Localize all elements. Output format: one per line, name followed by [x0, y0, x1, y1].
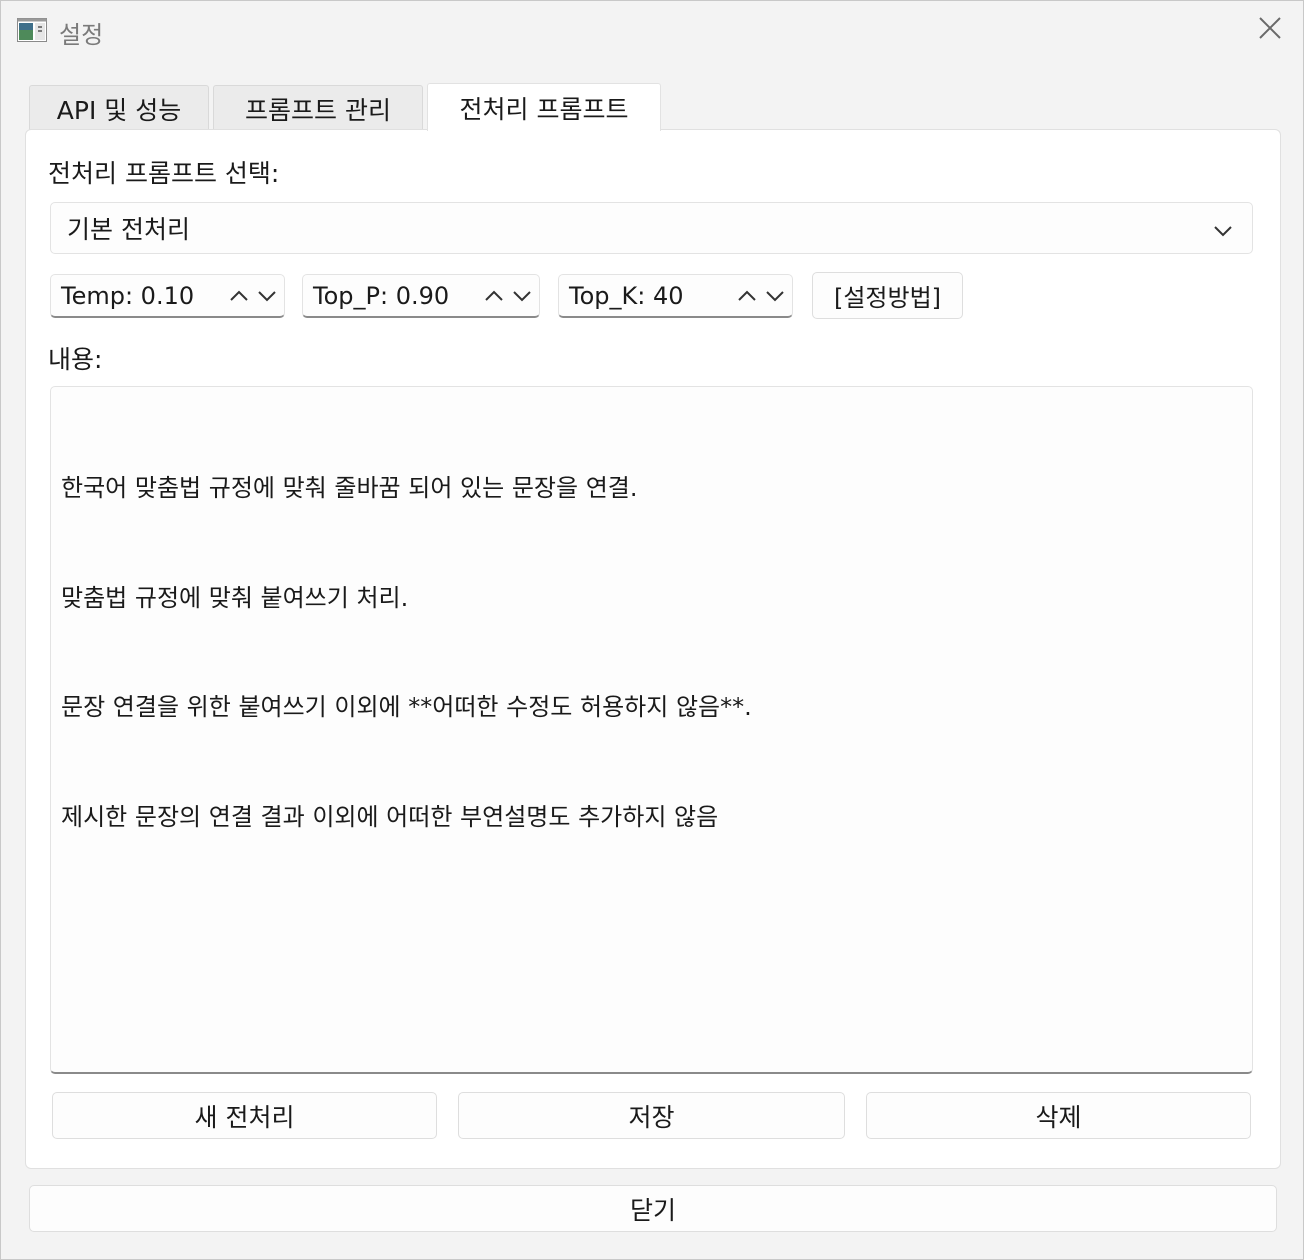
delete-button[interactable]: 삭제 [866, 1092, 1251, 1139]
content-line-1: 한국어 맞춤법 규정에 맞춰 줄바꿈 되어 있는 문장을 연결. [61, 474, 638, 502]
chevron-down-icon[interactable] [256, 285, 278, 307]
content-line-2: 맞춤법 규정에 맞춰 붙여쓰기 처리. [61, 583, 409, 612]
close-icon [1258, 16, 1282, 44]
preprocess-panel: 전처리 프롬프트 선택: 기본 전처리 Temp: 0.10 Top_P: 0.… [25, 129, 1281, 1169]
settings-window: 설정 API 및 성능 프롬프트 관리 전처리 프롬프트 전처리 프롬프트 선택… [0, 0, 1304, 1260]
top-k-value: Top_K: 40 [569, 281, 684, 310]
save-button[interactable]: 저장 [458, 1092, 845, 1139]
title-bar: 설정 [1, 1, 1303, 59]
close-button[interactable]: 닫기 [29, 1185, 1277, 1232]
window-close-button[interactable] [1247, 11, 1293, 49]
chevron-up-icon[interactable] [228, 285, 250, 307]
top-p-spinbox[interactable]: Top_P: 0.90 [302, 274, 540, 318]
tab-prompt-management[interactable]: 프롬프트 관리 [213, 85, 423, 131]
window-title: 설정 [59, 21, 104, 49]
temp-spinbox[interactable]: Temp: 0.10 [50, 274, 285, 318]
content-line-3: 문장 연결을 위한 붙여쓰기 이외에 **어떠한 수정도 허용하지 않음**. [61, 693, 752, 721]
content-label: 내용: [48, 345, 103, 374]
chevron-down-icon [1212, 219, 1234, 241]
top-k-spinbox[interactable]: Top_K: 40 [558, 274, 793, 318]
chevron-up-icon[interactable] [736, 285, 758, 307]
prompt-select[interactable]: 기본 전처리 [50, 202, 1253, 254]
temp-value: Temp: 0.10 [61, 281, 195, 310]
selected-prompt: 기본 전처리 [67, 215, 190, 244]
select-label: 전처리 프롬프트 선택: [48, 159, 280, 188]
settings-guide-button[interactable]: [설정방법] [812, 272, 963, 319]
content-line-4: 제시한 문장의 연결 결과 이외에 어떠한 부연설명도 추가하지 않음 [61, 802, 719, 831]
chevron-up-icon[interactable] [483, 285, 505, 307]
tab-api-performance[interactable]: API 및 성능 [29, 85, 209, 131]
top-p-value: Top_P: 0.90 [313, 281, 450, 310]
new-preprocess-button[interactable]: 새 전처리 [52, 1092, 437, 1139]
prompt-content-textarea[interactable]: 한국어 맞춤법 규정에 맞춰 줄바꿈 되어 있는 문장을 연결. 맞춤법 규정에… [50, 386, 1253, 1074]
chevron-down-icon[interactable] [764, 285, 786, 307]
app-window-icon [17, 18, 47, 42]
chevron-down-icon[interactable] [511, 285, 533, 307]
tab-preprocess-prompt[interactable]: 전처리 프롬프트 [427, 83, 661, 131]
